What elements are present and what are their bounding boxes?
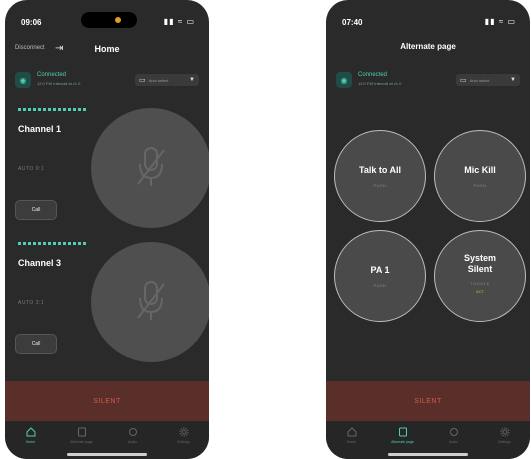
channel-name: Channel 1 [18, 124, 62, 134]
call-button[interactable]: Call [15, 334, 57, 354]
connection-status: Connected [37, 72, 67, 78]
headset-icon: ▭ [460, 77, 467, 84]
channel-mode: AUTO 2:1 [18, 300, 45, 306]
channel-name: Channel 3 [18, 258, 62, 268]
silent-button[interactable]: SILENT [5, 381, 209, 421]
talk-to-all-button[interactable]: Talk to All PUSH [334, 130, 426, 222]
button-label: PA 1 [370, 265, 390, 275]
mic-kill-button[interactable]: Mic Kill PUSH [434, 130, 526, 222]
status-bar: 07:40 ▮▮ ≈ ▭ [326, 0, 530, 40]
tab-label: Home [25, 440, 36, 444]
tab-home[interactable]: Home [5, 421, 56, 459]
system-silent-button[interactable]: System Silent TOGGLE ACT [434, 230, 526, 322]
tab-label: Alternate page [391, 440, 414, 444]
alternate-page-screen: 07:40 ▮▮ ≈ ▭ Alternate page ◉ Connected … [326, 0, 530, 459]
audio-icon [128, 428, 137, 436]
mic-muted-icon [137, 147, 165, 186]
level-meter [18, 242, 88, 245]
connected-icon: ◉ [15, 72, 31, 88]
level-meter [18, 108, 88, 111]
connection-row: ◉ Connected 12:0 FW Intercall at v1.0 ▭ … [5, 68, 209, 96]
talk-button[interactable] [91, 108, 209, 228]
status-time: 07:40 [342, 18, 363, 27]
headset-icon: ▭ [139, 77, 146, 84]
page-icon [398, 427, 407, 437]
button-mode: TOGGLE [470, 281, 490, 286]
chevron-down-icon: ▼ [510, 77, 516, 83]
connection-row: ◉ Connected 12:0 FW Intercall at v1.0 ▭ … [326, 68, 530, 96]
channel-mode: AUTO 0:1 [18, 166, 45, 172]
channel-card: Channel 1 AUTO 0:1 Call [5, 104, 209, 234]
connection-detail: 12:0 FW Intercall at v1.0 [358, 81, 402, 86]
status-time: 09:06 [21, 18, 42, 27]
connection-detail: 12:0 FW Intercall at v1.0 [37, 81, 81, 86]
home-icon [347, 427, 356, 437]
tab-label: Alternate page [70, 440, 93, 444]
chevron-down-icon: ▼ [189, 77, 195, 83]
tab-label: Settings [498, 440, 511, 444]
top-bar: Disconnect ⇥ Home [5, 42, 209, 60]
home-indicator [67, 453, 147, 456]
page-icon [77, 427, 86, 437]
button-label: Mic Kill [464, 165, 496, 175]
home-icon [26, 427, 35, 437]
silent-button[interactable]: SILENT [326, 381, 530, 421]
button-label: Talk to All [358, 165, 401, 175]
system-icons: ▮▮ ≈ ▭ [163, 17, 195, 26]
tab-home[interactable]: Home [326, 421, 377, 459]
dynamic-island [81, 12, 137, 28]
device-select-label: Auto select [469, 77, 490, 83]
button-mode: PUSH [373, 183, 387, 188]
gear-icon [500, 427, 509, 437]
talk-button[interactable] [91, 242, 209, 362]
button-label: System Silent [463, 253, 497, 274]
home-indicator [388, 453, 468, 456]
tab-label: Settings [177, 440, 190, 444]
button-mode: PUSH [373, 283, 387, 288]
tab-label: Audio [449, 440, 458, 444]
button-mode: PUSH [473, 183, 487, 188]
device-select[interactable]: ▭ Auto select ▼ [135, 74, 199, 86]
tab-label: Home [346, 440, 357, 444]
page-title: Alternate page [400, 42, 456, 51]
status-bar: 09:06 ▮▮ ≈ ▭ [5, 0, 209, 40]
tab-settings[interactable]: Settings [158, 421, 209, 459]
connected-icon: ◉ [336, 72, 352, 88]
device-select[interactable]: ▭ Auto select ▼ [456, 74, 520, 86]
home-screen: 09:06 ▮▮ ≈ ▭ Disconnect ⇥ Home ◉ Connect… [5, 0, 209, 459]
connection-status: Connected [358, 72, 388, 78]
system-icons: ▮▮ ≈ ▭ [484, 17, 516, 26]
gear-icon [179, 427, 188, 437]
audio-icon [449, 428, 458, 436]
pa-1-button[interactable]: PA 1 PUSH [334, 230, 426, 322]
mic-muted-icon [137, 281, 165, 320]
device-select-label: Auto select [148, 77, 169, 83]
recording-dot [115, 17, 121, 23]
tab-label: Audio [128, 440, 137, 444]
page-title: Home [94, 44, 120, 54]
call-button[interactable]: Call [15, 200, 57, 220]
toggle-state: ACT [476, 289, 484, 294]
tab-settings[interactable]: Settings [479, 421, 530, 459]
channel-card: Channel 3 AUTO 2:1 Call [5, 238, 209, 368]
